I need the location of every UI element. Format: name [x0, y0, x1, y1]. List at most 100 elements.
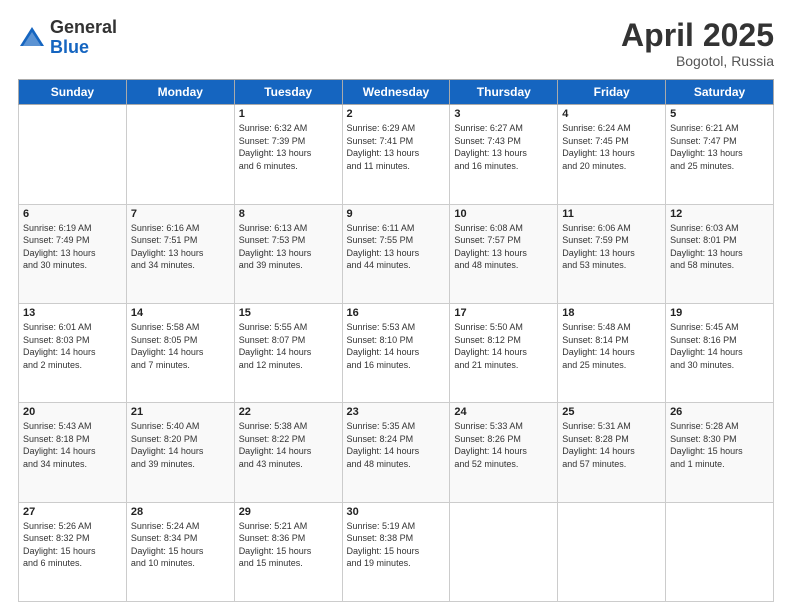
table-row: 20Sunrise: 5:43 AM Sunset: 8:18 PM Dayli… — [19, 403, 127, 502]
day-info: Sunrise: 5:53 AM Sunset: 8:10 PM Dayligh… — [347, 321, 446, 371]
calendar-header-row: Sunday Monday Tuesday Wednesday Thursday… — [19, 80, 774, 105]
day-number: 19 — [670, 307, 769, 319]
day-number: 6 — [23, 208, 122, 220]
day-info: Sunrise: 5:58 AM Sunset: 8:05 PM Dayligh… — [131, 321, 230, 371]
day-number: 16 — [347, 307, 446, 319]
day-number: 2 — [347, 108, 446, 120]
calendar-week-row: 20Sunrise: 5:43 AM Sunset: 8:18 PM Dayli… — [19, 403, 774, 502]
day-info: Sunrise: 6:13 AM Sunset: 7:53 PM Dayligh… — [239, 222, 338, 272]
table-row: 1Sunrise: 6:32 AM Sunset: 7:39 PM Daylig… — [234, 105, 342, 204]
day-info: Sunrise: 5:43 AM Sunset: 8:18 PM Dayligh… — [23, 420, 122, 470]
table-row — [450, 502, 558, 601]
table-row: 9Sunrise: 6:11 AM Sunset: 7:55 PM Daylig… — [342, 204, 450, 303]
day-info: Sunrise: 6:06 AM Sunset: 7:59 PM Dayligh… — [562, 222, 661, 272]
day-number: 30 — [347, 506, 446, 518]
calendar-week-row: 13 Sunrise: 6:01 AM Sunset: 8:03 PM Dayli… — [19, 303, 774, 402]
table-row: 5 Sunrise: 6:21 AM Sunset: 7:47 PM Daylig… — [666, 105, 774, 204]
table-row — [126, 105, 234, 204]
table-row: 7Sunrise: 6:16 AM Sunset: 7:51 PM Daylig… — [126, 204, 234, 303]
day-info: Sunrise: 5:19 AM Sunset: 8:38 PM Dayligh… — [347, 520, 446, 570]
col-friday: Friday — [558, 80, 666, 105]
table-row — [558, 502, 666, 601]
page: General Blue April 2025 Bogotol, Russia … — [0, 0, 792, 612]
table-row: 21 Sunrise: 5:40 AM Sunset: 8:20 PM Dayli… — [126, 403, 234, 502]
logo-icon — [18, 24, 46, 52]
col-thursday: Thursday — [450, 80, 558, 105]
col-tuesday: Tuesday — [234, 80, 342, 105]
day-number: 13 — [23, 307, 122, 319]
day-info: Sunrise: 5:45 AM Sunset: 8:16 PM Dayligh… — [670, 321, 769, 371]
day-info: Sunrise: 5:28 AM Sunset: 8:30 PM Dayligh… — [670, 420, 769, 470]
col-saturday: Saturday — [666, 80, 774, 105]
day-info: Sunrise: 5:26 AM Sunset: 8:32 PM Dayligh… — [23, 520, 122, 570]
day-number: 23 — [347, 406, 446, 418]
day-info: Sunrise: 5:33 AM Sunset: 8:26 PM Dayligh… — [454, 420, 553, 470]
day-info: Sunrise: 6:16 AM Sunset: 7:51 PM Dayligh… — [131, 222, 230, 272]
col-sunday: Sunday — [19, 80, 127, 105]
table-row: 25 Sunrise: 5:31 AM Sunset: 8:28 PM Dayli… — [558, 403, 666, 502]
table-row: 26 Sunrise: 5:28 AM Sunset: 8:30 PM Dayli… — [666, 403, 774, 502]
day-number: 18 — [562, 307, 661, 319]
day-number: 11 — [562, 208, 661, 220]
day-info: Sunrise: 6:01 AM Sunset: 8:03 PM Dayligh… — [23, 321, 122, 371]
day-info: Sunrise: 6:29 AM Sunset: 7:41 PM Dayligh… — [347, 122, 446, 172]
day-number: 5 — [670, 108, 769, 120]
day-number: 8 — [239, 208, 338, 220]
table-row: 12 Sunrise: 6:03 AM Sunset: 8:01 PM Dayli… — [666, 204, 774, 303]
day-number: 14 — [131, 307, 230, 319]
day-info: Sunrise: 5:24 AM Sunset: 8:34 PM Dayligh… — [131, 520, 230, 570]
day-info: Sunrise: 6:19 AM Sunset: 7:49 PM Dayligh… — [23, 222, 122, 272]
day-info: Sunrise: 5:40 AM Sunset: 8:20 PM Dayligh… — [131, 420, 230, 470]
table-row: 10 Sunrise: 6:08 AM Sunset: 7:57 PM Dayli… — [450, 204, 558, 303]
table-row: 8 Sunrise: 6:13 AM Sunset: 7:53 PM Daylig… — [234, 204, 342, 303]
day-number: 17 — [454, 307, 553, 319]
calendar-table: Sunday Monday Tuesday Wednesday Thursday… — [18, 79, 774, 602]
table-row: 6 Sunrise: 6:19 AM Sunset: 7:49 PM Daylig… — [19, 204, 127, 303]
table-row: 18 Sunrise: 5:48 AM Sunset: 8:14 PM Dayli… — [558, 303, 666, 402]
table-row: 15 Sunrise: 5:55 AM Sunset: 8:07 PM Dayli… — [234, 303, 342, 402]
day-info: Sunrise: 5:21 AM Sunset: 8:36 PM Dayligh… — [239, 520, 338, 570]
table-row: 13 Sunrise: 6:01 AM Sunset: 8:03 PM Dayli… — [19, 303, 127, 402]
day-number: 22 — [239, 406, 338, 418]
day-info: Sunrise: 6:21 AM Sunset: 7:47 PM Dayligh… — [670, 122, 769, 172]
table-row: 28 Sunrise: 5:24 AM Sunset: 8:34 PM Dayli… — [126, 502, 234, 601]
day-number: 15 — [239, 307, 338, 319]
logo: General Blue — [18, 18, 117, 58]
table-row: 16 Sunrise: 5:53 AM Sunset: 8:10 PM Dayli… — [342, 303, 450, 402]
day-number: 25 — [562, 406, 661, 418]
table-row: 17 Sunrise: 5:50 AM Sunset: 8:12 PM Dayli… — [450, 303, 558, 402]
table-row: 29 Sunrise: 5:21 AM Sunset: 8:36 PM Dayli… — [234, 502, 342, 601]
day-number: 29 — [239, 506, 338, 518]
day-info: Sunrise: 5:38 AM Sunset: 8:22 PM Dayligh… — [239, 420, 338, 470]
day-info: Sunrise: 6:32 AM Sunset: 7:39 PM Dayligh… — [239, 122, 338, 172]
calendar-week-row: 6 Sunrise: 6:19 AM Sunset: 7:49 PM Daylig… — [19, 204, 774, 303]
day-number: 12 — [670, 208, 769, 220]
day-info: Sunrise: 5:31 AM Sunset: 8:28 PM Dayligh… — [562, 420, 661, 470]
table-row — [666, 502, 774, 601]
day-info: Sunrise: 6:03 AM Sunset: 8:01 PM Dayligh… — [670, 222, 769, 272]
table-row: 19 Sunrise: 5:45 AM Sunset: 8:16 PM Dayli… — [666, 303, 774, 402]
day-info: Sunrise: 6:08 AM Sunset: 7:57 PM Dayligh… — [454, 222, 553, 272]
day-number: 28 — [131, 506, 230, 518]
table-row: 4Sunrise: 6:24 AM Sunset: 7:45 PM Daylig… — [558, 105, 666, 204]
table-row: 27Sunrise: 5:26 AM Sunset: 8:32 PM Dayli… — [19, 502, 127, 601]
day-info: Sunrise: 5:50 AM Sunset: 8:12 PM Dayligh… — [454, 321, 553, 371]
calendar-week-row: 1Sunrise: 6:32 AM Sunset: 7:39 PM Daylig… — [19, 105, 774, 204]
day-number: 26 — [670, 406, 769, 418]
header: General Blue April 2025 Bogotol, Russia — [18, 18, 774, 69]
day-number: 10 — [454, 208, 553, 220]
day-info: Sunrise: 5:48 AM Sunset: 8:14 PM Dayligh… — [562, 321, 661, 371]
day-number: 21 — [131, 406, 230, 418]
day-info: Sunrise: 6:24 AM Sunset: 7:45 PM Dayligh… — [562, 122, 661, 172]
day-number: 9 — [347, 208, 446, 220]
month-title: April 2025 — [621, 18, 774, 53]
title-block: April 2025 Bogotol, Russia — [621, 18, 774, 69]
logo-blue-text: Blue — [50, 38, 117, 58]
logo-text: General Blue — [50, 18, 117, 58]
table-row: 30 Sunrise: 5:19 AM Sunset: 8:38 PM Dayli… — [342, 502, 450, 601]
day-info: Sunrise: 5:55 AM Sunset: 8:07 PM Dayligh… — [239, 321, 338, 371]
table-row: 14 Sunrise: 5:58 AM Sunset: 8:05 PM Dayli… — [126, 303, 234, 402]
day-info: Sunrise: 5:35 AM Sunset: 8:24 PM Dayligh… — [347, 420, 446, 470]
calendar-week-row: 27Sunrise: 5:26 AM Sunset: 8:32 PM Dayli… — [19, 502, 774, 601]
location: Bogotol, Russia — [621, 53, 774, 69]
